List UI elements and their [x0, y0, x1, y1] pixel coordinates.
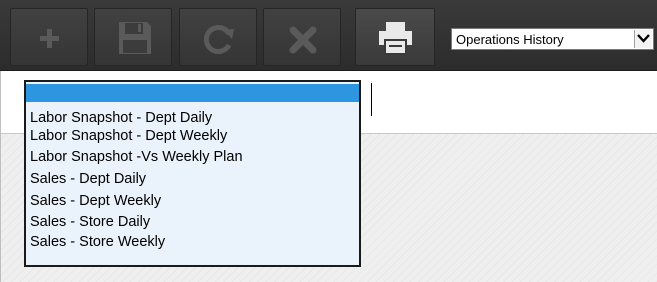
dropdown-option[interactable]: Labor Snapshot - Dept Weekly [26, 127, 359, 145]
save-button[interactable] [94, 8, 172, 66]
refresh-button[interactable] [179, 8, 257, 66]
dropdown-option[interactable]: Labor Snapshot - Dept Daily [26, 109, 359, 127]
floppy-disk-icon [119, 22, 151, 54]
add-button[interactable] [10, 8, 88, 66]
x-icon [289, 26, 317, 54]
dropdown-option-blank[interactable] [26, 84, 359, 102]
chevron-down-icon [637, 34, 650, 43]
dropdown-option[interactable]: Sales - Store Weekly [26, 233, 359, 251]
view-select[interactable]: Operations History [451, 28, 654, 50]
view-select-arrow[interactable] [634, 30, 652, 48]
app-window: Operations History Labor Snapshot - Dept… [0, 0, 657, 282]
view-select-value: Operations History [456, 32, 564, 47]
print-button[interactable] [355, 8, 435, 66]
refresh-icon [203, 25, 234, 54]
dropdown-option[interactable]: Sales - Dept Weekly [26, 192, 359, 210]
plus-icon [40, 29, 59, 48]
delete-button[interactable] [263, 8, 341, 66]
dropdown-option[interactable]: Labor Snapshot -Vs Weekly Plan [26, 148, 359, 166]
dropdown-option[interactable]: Sales - Dept Daily [26, 170, 359, 188]
dropdown-option[interactable]: Sales - Store Daily [26, 213, 359, 231]
text-caret [371, 83, 372, 116]
printer-icon [379, 22, 412, 55]
toolbar: Operations History [0, 0, 657, 71]
report-dropdown-list[interactable]: Labor Snapshot - Dept Daily Labor Snapsh… [24, 80, 361, 267]
